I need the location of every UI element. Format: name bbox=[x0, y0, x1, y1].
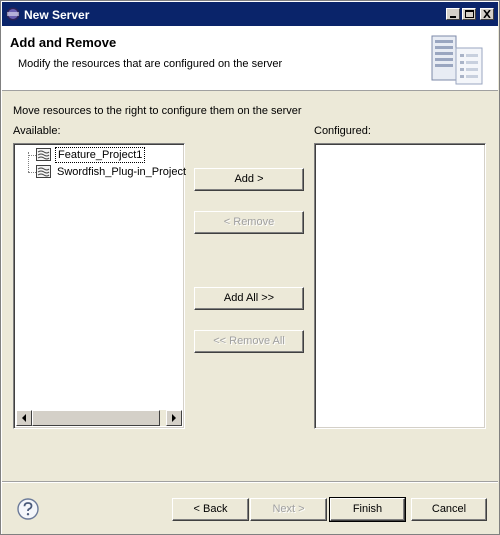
page-title: Add and Remove bbox=[10, 35, 117, 50]
instruction-text: Move resources to the right to configure… bbox=[13, 105, 302, 117]
maximize-button[interactable] bbox=[462, 8, 476, 20]
finish-button[interactable]: Finish bbox=[329, 497, 406, 522]
page-description: Modify the resources that are configured… bbox=[18, 58, 283, 70]
remove-all-button[interactable]: << Remove All bbox=[194, 330, 304, 353]
new-server-dialog: New Server Add and Remove Modify the res… bbox=[0, 0, 500, 535]
window-title: New Server bbox=[24, 8, 90, 22]
available-list[interactable]: Feature_Project1 Swordfish_Plug-in_Proje… bbox=[13, 143, 187, 429]
arrow-right-icon bbox=[172, 414, 176, 422]
project-icon bbox=[36, 148, 51, 161]
close-icon bbox=[483, 10, 491, 18]
configured-list[interactable] bbox=[314, 143, 486, 429]
project-icon bbox=[36, 165, 51, 178]
list-item-label: Feature_Project1 bbox=[55, 147, 146, 163]
cancel-button[interactable]: Cancel bbox=[411, 498, 487, 521]
add-all-button[interactable]: Add All >> bbox=[194, 287, 304, 310]
remove-button[interactable]: < Remove bbox=[194, 211, 304, 234]
title-bar[interactable]: New Server bbox=[2, 2, 498, 26]
scroll-left-button[interactable] bbox=[16, 410, 32, 426]
add-button[interactable]: Add > bbox=[194, 168, 304, 191]
available-label: Available: bbox=[13, 125, 61, 137]
horizontal-scrollbar[interactable] bbox=[16, 410, 182, 426]
list-item-label: Swordfish_Plug-in_Project bbox=[57, 166, 187, 178]
close-button[interactable] bbox=[480, 8, 494, 20]
minimize-icon bbox=[450, 16, 456, 18]
footer-separator bbox=[2, 481, 498, 483]
server-wizard-icon bbox=[431, 35, 483, 85]
scroll-right-button[interactable] bbox=[166, 410, 182, 426]
tree-connector bbox=[28, 155, 36, 156]
scroll-thumb[interactable] bbox=[32, 410, 160, 426]
back-button[interactable]: < Back bbox=[172, 498, 249, 521]
next-button[interactable]: Next > bbox=[250, 498, 327, 521]
eclipse-icon bbox=[6, 7, 20, 21]
minimize-button[interactable] bbox=[446, 8, 460, 20]
wizard-header: Add and Remove Modify the resources that… bbox=[2, 26, 498, 91]
arrow-left-icon bbox=[22, 414, 26, 422]
maximize-icon bbox=[465, 10, 474, 18]
tree-connector bbox=[28, 172, 36, 173]
help-icon[interactable] bbox=[17, 498, 39, 520]
configured-label: Configured: bbox=[314, 125, 371, 137]
